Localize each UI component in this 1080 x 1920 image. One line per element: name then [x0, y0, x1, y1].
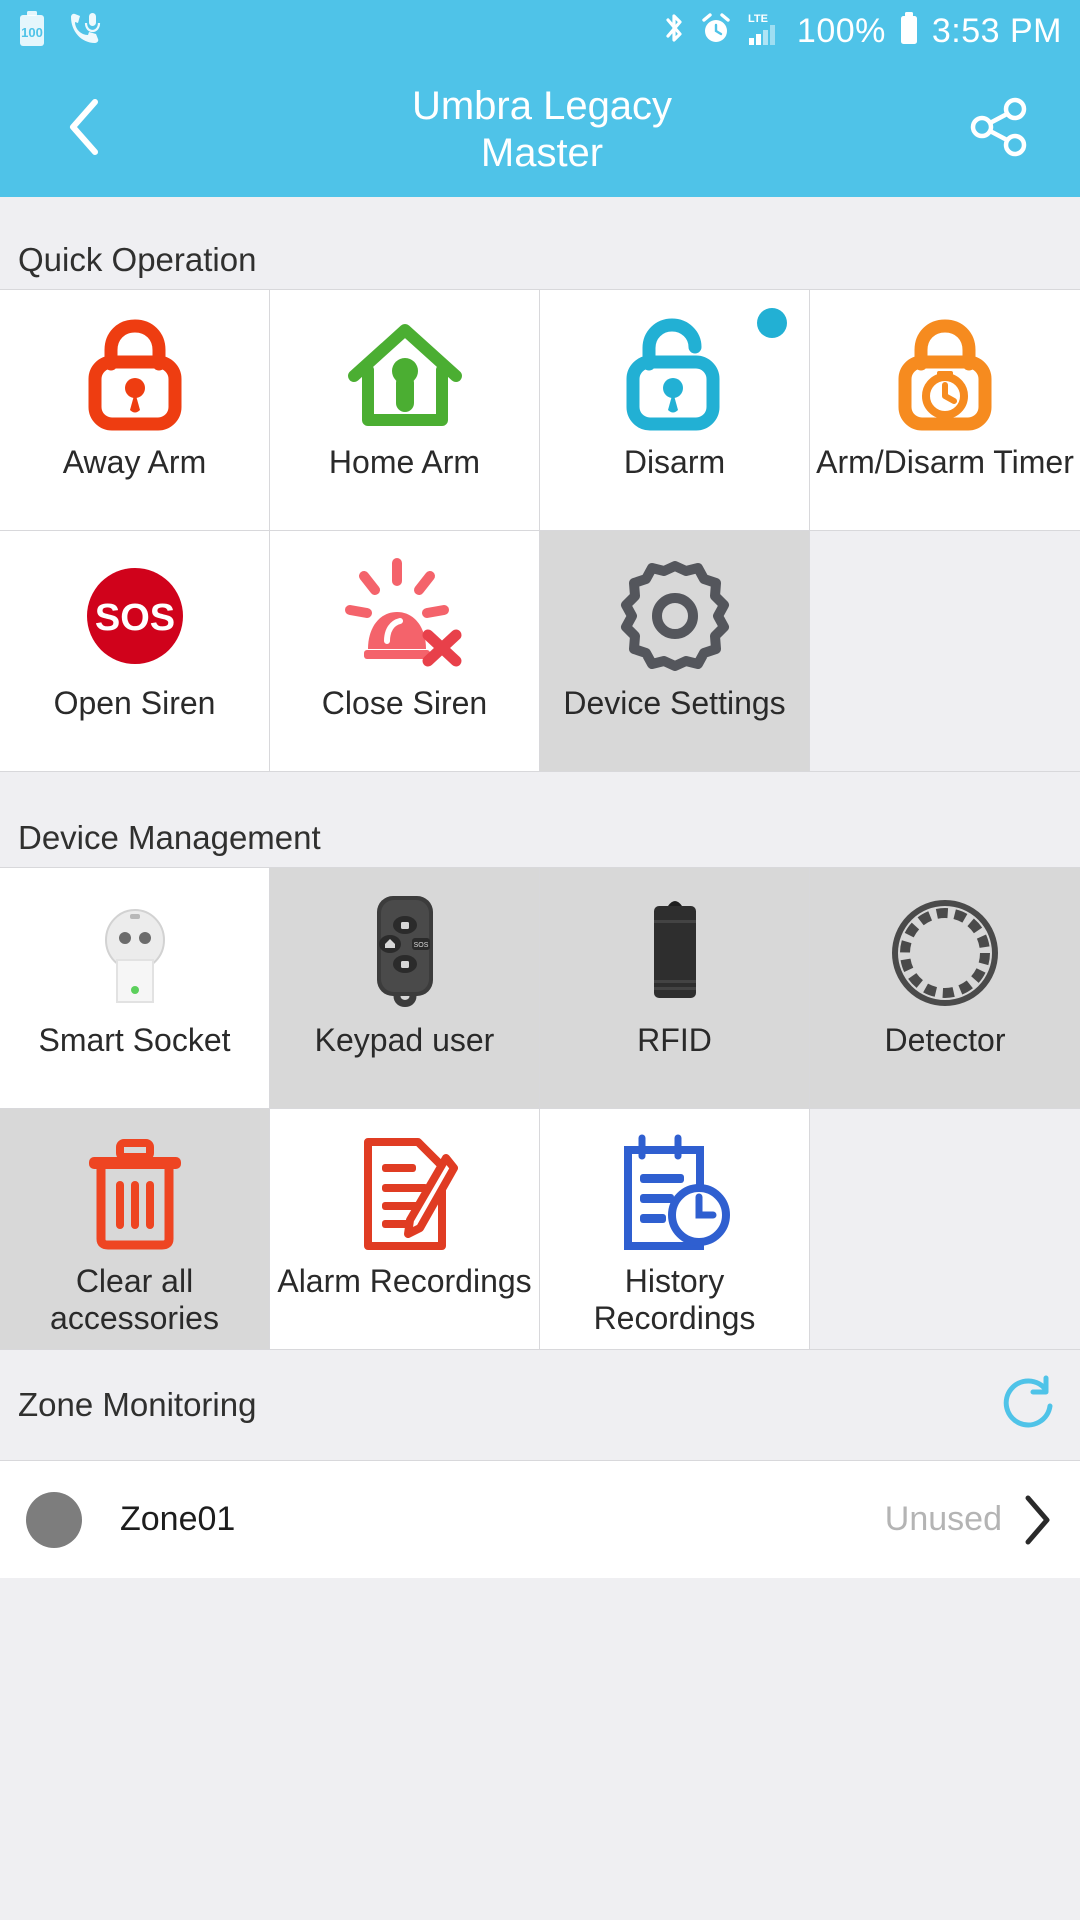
tile-close-siren[interactable]: Close Siren — [270, 531, 540, 772]
document-pen-icon — [350, 1135, 460, 1253]
tile-label: Keypad user — [314, 1022, 495, 1058]
status-bar: 100 LTE 100% 3:53 PM — [0, 0, 1080, 62]
detector-ring-icon — [887, 894, 1003, 1012]
smart-socket-icon — [90, 894, 180, 1012]
svg-text:SOS: SOS — [413, 942, 428, 949]
refresh-icon — [1003, 1375, 1053, 1427]
tile-open-siren[interactable]: SOS Open Siren — [0, 531, 270, 772]
tile-label: History Recordings — [593, 1263, 756, 1336]
lte-signal-icon: LTE — [745, 9, 785, 54]
refresh-button[interactable] — [1000, 1372, 1062, 1439]
back-button[interactable] — [50, 96, 120, 163]
tile-label: RFID — [637, 1022, 712, 1058]
tile-label: Arm/Disarm Timer — [816, 444, 1074, 480]
tile-label: Close Siren — [321, 685, 488, 721]
tile-device-settings[interactable]: Device Settings — [540, 531, 810, 772]
tile-label: Open Siren — [53, 685, 216, 721]
svg-text:SOS: SOS — [94, 597, 174, 639]
gear-icon — [617, 557, 733, 675]
share-button[interactable] — [964, 95, 1034, 164]
tile-label: Clear all accessories — [50, 1263, 219, 1336]
tile-rfid[interactable]: RFID — [540, 868, 810, 1109]
tile-label: Smart Socket — [38, 1022, 231, 1058]
zone-monitoring-header: Zone Monitoring — [0, 1350, 1080, 1460]
status-bar-left: 100 — [18, 10, 102, 53]
tile-arm-disarm-timer[interactable]: Arm/Disarm Timer — [810, 290, 1080, 531]
tile-label: Detector — [884, 1022, 1006, 1058]
svg-text:LTE: LTE — [748, 13, 768, 25]
device-management-title: Device Management — [18, 819, 321, 856]
tile-label: Home Arm — [328, 444, 481, 480]
tile-smart-socket[interactable]: Smart Socket — [0, 868, 270, 1109]
timer-padlock-icon — [891, 316, 999, 434]
zone-status-dot — [26, 1491, 82, 1548]
house-keyhole-icon — [346, 316, 464, 434]
tile-label: Disarm — [623, 444, 726, 480]
device-management-grid: Smart Socket SOS Keypad user RFID Detect… — [0, 867, 1080, 1350]
tile-away-arm[interactable]: Away Arm — [0, 290, 270, 531]
page-title: Umbra Legacy Master — [120, 83, 964, 177]
sos-circle-icon: SOS — [78, 557, 192, 675]
tile-clear-all-accessories[interactable]: Clear all accessories — [0, 1109, 270, 1350]
share-icon — [967, 95, 1031, 164]
tile-empty-slot — [810, 531, 1080, 772]
unlocked-padlock-icon — [615, 316, 735, 434]
tile-label: Away Arm — [62, 444, 207, 480]
quick-operation-header: Quick Operation — [0, 197, 1080, 289]
tile-label: Alarm Recordings — [277, 1263, 532, 1299]
tile-alarm-recordings[interactable]: Alarm Recordings — [270, 1109, 540, 1350]
app-header: Umbra Legacy Master — [0, 62, 1080, 197]
page-title-line2: Master — [480, 130, 604, 175]
quick-operation-title: Quick Operation — [18, 241, 257, 278]
status-badge — [757, 308, 787, 338]
page-title-line1: Umbra Legacy — [411, 83, 673, 128]
chevron-right-icon — [1020, 1493, 1054, 1547]
siren-off-icon — [340, 557, 470, 675]
alarm-clock-icon — [699, 10, 733, 53]
locked-padlock-icon — [81, 316, 189, 434]
bluetooth-icon — [661, 10, 687, 53]
tile-disarm[interactable]: Disarm — [540, 290, 810, 531]
zone-name: Zone01 — [120, 1500, 236, 1538]
phone-mic-icon — [68, 11, 102, 52]
tile-history-recordings[interactable]: History Recordings — [540, 1109, 810, 1350]
status-bar-right: LTE 100% 3:53 PM — [661, 9, 1062, 54]
tile-keypad-user[interactable]: SOS Keypad user — [270, 868, 540, 1109]
tile-empty-slot — [810, 1109, 1080, 1350]
tile-detector[interactable]: Detector — [810, 868, 1080, 1109]
remote-keyfob-icon: SOS — [361, 894, 449, 1012]
clock-text: 3:53 PM — [931, 11, 1062, 50]
trash-can-icon — [77, 1135, 193, 1253]
zone-status-text: Unused — [884, 1500, 1002, 1538]
zone-row-zone01[interactable]: Zone01 Unused — [0, 1460, 1080, 1578]
back-chevron-icon — [63, 96, 107, 163]
battery-percent-text: 100% — [796, 11, 886, 50]
zone-monitoring-title: Zone Monitoring — [18, 1386, 257, 1423]
battery-100-icon: 100 — [18, 10, 46, 53]
quick-operation-grid: Away Arm Home Arm Disarm Arm/Disarm Time… — [0, 289, 1080, 772]
clipboard-clock-icon — [616, 1134, 734, 1253]
tile-home-arm[interactable]: Home Arm — [270, 290, 540, 531]
rfid-tag-icon — [632, 894, 718, 1012]
svg-text:100: 100 — [21, 25, 43, 40]
device-management-header: Device Management — [0, 772, 1080, 867]
tile-label: Device Settings — [563, 685, 786, 721]
battery-icon — [898, 10, 920, 53]
